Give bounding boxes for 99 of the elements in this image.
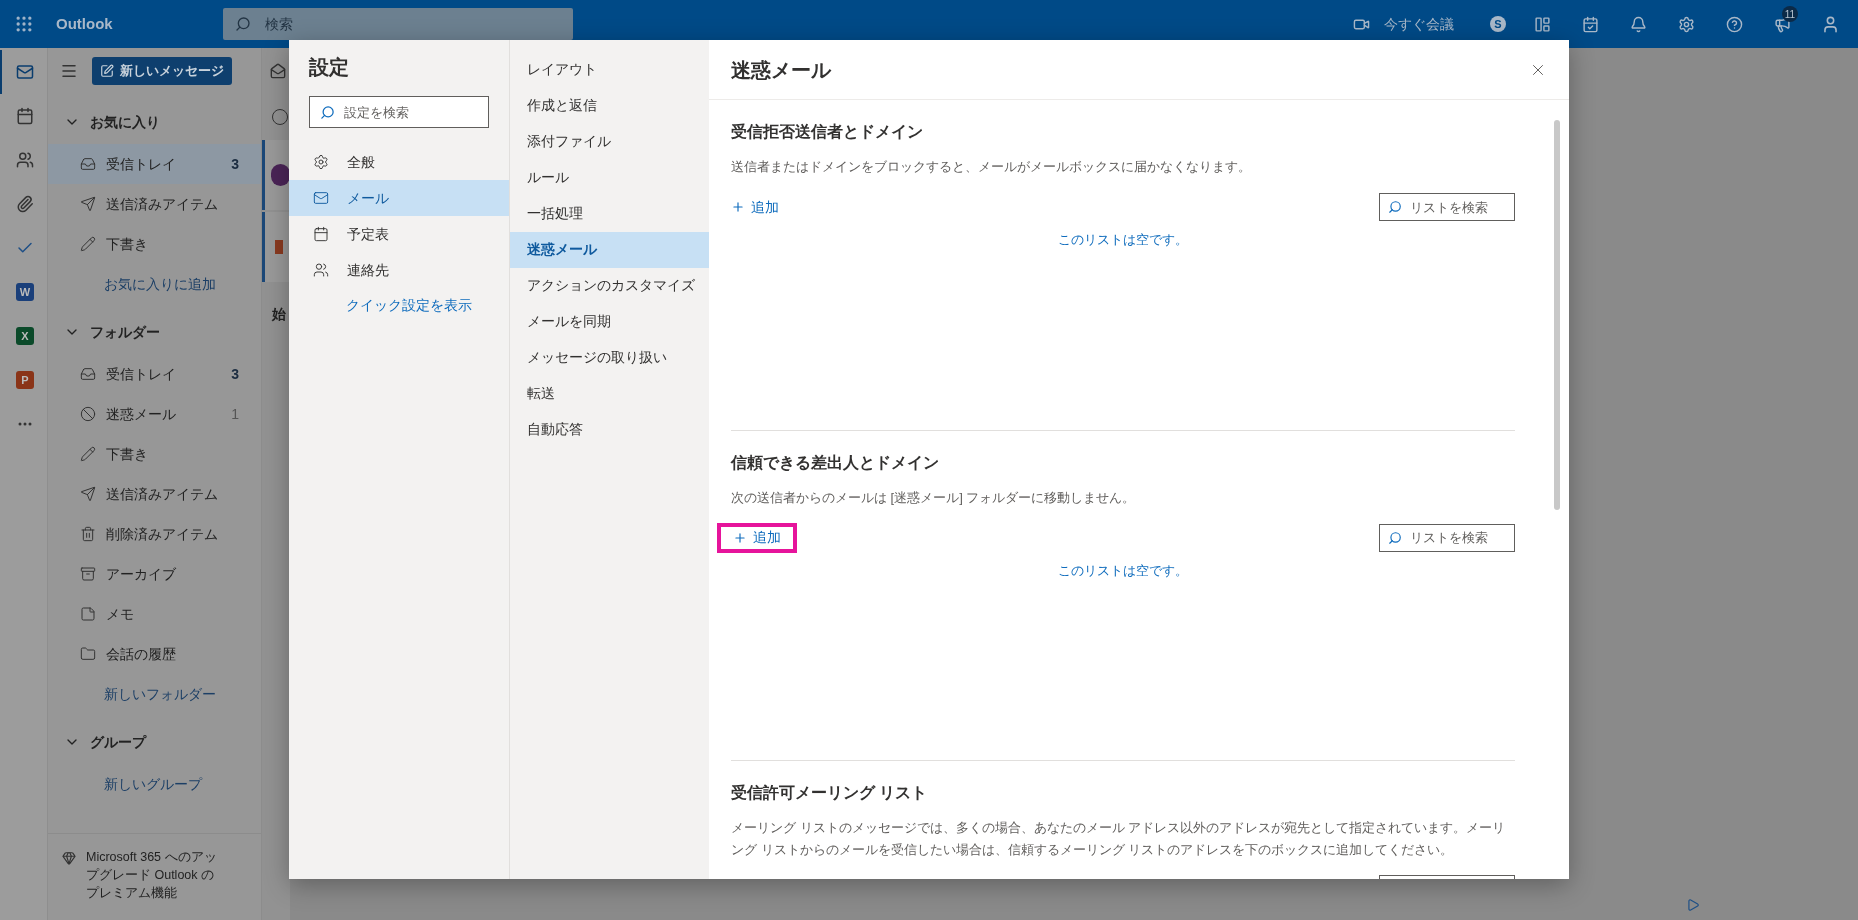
settings-subcategory[interactable]: 転送 (510, 376, 709, 412)
add-link[interactable]: 新しいグループ (48, 764, 261, 804)
panel-title: 迷惑メール (731, 57, 831, 83)
section-heading: 始 (271, 305, 286, 324)
calendar-icon (313, 226, 329, 242)
settings-subcategory[interactable]: アクションのカスタマイズ (510, 268, 709, 304)
plus-icon (731, 200, 745, 214)
section-title: 受信許可メーリング リスト (731, 783, 929, 803)
compose-icon (100, 64, 114, 78)
empty-list-message: このリストは空です。 (1058, 231, 1188, 249)
settings-subcategory[interactable]: 一括処理 (510, 196, 709, 232)
app-rail-button[interactable]: P (0, 358, 48, 402)
section-header[interactable]: フォルダー (48, 310, 261, 354)
add-button[interactable]: 追加 (727, 192, 783, 222)
section-description: 次の送信者からのメールは [迷惑メール] フォルダーに移動しません。 (731, 488, 1137, 507)
unread-count: 3 (231, 154, 239, 174)
search-icon (1388, 200, 1402, 214)
pencil-icon (80, 446, 96, 462)
settings-subcategory[interactable]: 作成と返信 (510, 88, 709, 124)
app-launcher-icon[interactable] (14, 14, 34, 34)
settings-subcategory[interactable]: 自動応答 (510, 412, 709, 448)
folder-item[interactable]: 迷惑メール 1 (48, 394, 261, 434)
excel-logo-icon: X (16, 327, 34, 345)
section-header[interactable]: グループ (48, 720, 261, 764)
plus-icon (733, 530, 747, 545)
inbox-icon (80, 156, 96, 172)
more-icon (18, 422, 32, 426)
note-icon (80, 606, 96, 622)
inbox-icon (80, 366, 96, 382)
blocked-icon (80, 406, 96, 422)
play-icon[interactable] (1686, 898, 1700, 912)
section-title: 信頼できる差出人とドメイン (731, 452, 940, 473)
gear-icon (313, 154, 329, 170)
word-logo-icon: W (16, 283, 34, 301)
unread-count: 1 (231, 404, 239, 424)
calendar-icon (16, 107, 34, 125)
help-icon[interactable] (1725, 15, 1743, 33)
folder-item[interactable]: 下書き (48, 224, 261, 264)
dialog-title: 設定 (308, 55, 350, 80)
section-header[interactable]: お気に入り (48, 100, 261, 144)
section-description: メーリング リストのメッセージでは、多くの場合、あなたのメール アドレス以外のアドレスが宛先として指定されています。メーリング リストからのメールを受信したい場合は、信頼するメーリング リストのアドレスを下のボックスに追加してください。 (731, 819, 1507, 859)
settings-subcategory[interactable]: レイアウト (510, 52, 709, 88)
folder-item[interactable]: 送信済みアイテム (48, 184, 261, 224)
settings-subcategory[interactable]: メッセージの取り扱い (510, 340, 709, 376)
folder-item[interactable]: 下書き (48, 434, 261, 474)
folder-item[interactable]: 受信トレイ 3 (48, 354, 261, 394)
people-icon (16, 151, 34, 169)
skype-icon[interactable]: S (1490, 16, 1506, 32)
folder-item[interactable]: 受信トレイ 3 (48, 144, 261, 184)
upgrade-promo[interactable]: Microsoft 365 へのアップグレード Outlook のプレミアム機能 (86, 848, 226, 902)
settings-subcategory[interactable]: 添付ファイル (510, 124, 709, 160)
settings-search-field[interactable]: 設定を検索 (309, 96, 489, 128)
search-field[interactable]: リストを検索 (1379, 193, 1515, 221)
mail-icon (16, 63, 34, 81)
settings-icon[interactable] (1677, 15, 1695, 33)
send-icon (80, 486, 96, 502)
search-icon (1388, 530, 1402, 545)
diamond-icon (62, 851, 76, 865)
settings-subcategory[interactable]: メールを同期 (510, 304, 709, 340)
settings-category[interactable]: メール (289, 180, 509, 216)
empty-list-message: このリストは空です。 (1058, 561, 1188, 580)
search-field[interactable]: リストを検索 (1379, 523, 1515, 552)
app-name: Outlook (56, 13, 113, 34)
settings-subcategory[interactable]: 迷惑メール (510, 232, 709, 268)
add-button[interactable]: 追加 (717, 522, 797, 553)
folder-item[interactable]: 送信済みアイテム (48, 474, 261, 514)
meet-now-button[interactable]: 今すぐ会議 (1353, 13, 1454, 35)
paperclip-icon (16, 195, 34, 213)
new-message-button[interactable]: 新しいメッセージ (92, 57, 232, 85)
settings-category[interactable]: 全般 (289, 144, 509, 180)
unread-count: 3 (231, 364, 239, 384)
quick-settings-link[interactable]: クイック設定を表示 (289, 288, 509, 324)
pencil-icon (80, 236, 96, 252)
add-link[interactable]: お気に入りに追加 (48, 264, 261, 304)
menu-icon[interactable] (60, 62, 78, 80)
search-field[interactable]: 検索 (222, 8, 573, 40)
settings-category[interactable]: 予定表 (289, 216, 509, 252)
settings-subcategory[interactable]: ルール (510, 160, 709, 196)
folder-icon (80, 646, 96, 662)
envelope-icon[interactable] (270, 63, 286, 79)
mail-icon (313, 190, 329, 206)
folder-item[interactable]: メモ (48, 594, 261, 634)
folder-item[interactable]: 削除済みアイテム (48, 514, 261, 554)
folder-item[interactable]: 会話の履歴 (48, 634, 261, 674)
settings-category[interactable]: 連絡先 (289, 252, 509, 288)
section-title: 受信拒否送信者とドメイン (731, 122, 924, 142)
send-icon (80, 196, 96, 212)
calendar-check-icon[interactable] (1581, 15, 1599, 33)
archive-icon (80, 566, 96, 582)
app-rail-button[interactable]: X (0, 314, 48, 358)
app-rail-button[interactable]: W (0, 270, 48, 314)
folder-item[interactable]: アーカイブ (48, 554, 261, 594)
notification-badge: 11 (1782, 6, 1798, 22)
add-link[interactable]: 新しいフォルダー (48, 674, 261, 714)
section-description: 送信者またはドメインをブロックすると、メールがメールボックスに届かなくなります。 (731, 158, 1252, 176)
people-icon (313, 262, 329, 278)
trash-icon (80, 526, 96, 542)
powerpoint-logo-icon: P (16, 371, 34, 389)
bell-icon[interactable] (1629, 15, 1647, 33)
